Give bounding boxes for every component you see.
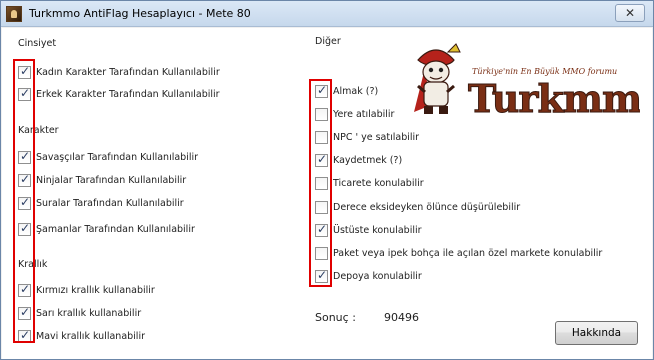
checkbox-male-box[interactable]	[18, 86, 31, 101]
checkbox-pickup[interactable]: Almak (?)	[315, 83, 379, 98]
title-bar: Turkmmo AntiFlag Hesaplayıcı - Mete 80 ✕	[1, 1, 653, 27]
app-icon	[6, 6, 22, 22]
result-value: 90496	[384, 311, 419, 324]
checkbox-private-shop-box[interactable]	[315, 246, 328, 260]
checkbox-female[interactable]: Kadın Karakter Tarafından Kullanılabilir	[18, 64, 220, 79]
logo-brand: Turkmmo	[468, 76, 640, 121]
checkbox-stackable-label: Üstüste konulabilir	[333, 224, 422, 236]
checkbox-droppable-label: Yere atılabilir	[333, 108, 395, 120]
checkbox-blue-kingdom-label: Mavi krallık kullanabilir	[36, 330, 145, 342]
logo-tagline: Türkiye'nin En Büyük MMO forumu	[472, 67, 617, 76]
checkbox-storage-label: Depoya konulabilir	[333, 270, 422, 282]
checkbox-ninja-box[interactable]	[18, 172, 31, 187]
checkbox-shaman[interactable]: Şamanlar Tarafından Kullanılabilir	[18, 221, 195, 236]
checkbox-male[interactable]: Erkek Karakter Tarafından Kullanılabilir	[18, 86, 220, 101]
checkbox-stackable-box[interactable]	[315, 222, 328, 237]
checkbox-sell-npc-label: NPC ' ye satılabilir	[333, 131, 420, 143]
window-title: Turkmmo AntiFlag Hesaplayıcı - Mete 80	[29, 7, 251, 20]
checkbox-private-shop[interactable]: Paket veya ipek bohça ile açılan özel ma…	[315, 246, 602, 260]
checkbox-warrior-label: Savaşçılar Tarafından Kullanılabilir	[36, 151, 199, 163]
checkbox-private-shop-label: Paket veya ipek bohça ile açılan özel ma…	[333, 247, 603, 259]
about-button[interactable]: Hakkında	[555, 321, 638, 345]
checkbox-shaman-label: Şamanlar Tarafından Kullanılabilir	[36, 223, 195, 235]
checkbox-sura-box[interactable]	[18, 195, 31, 210]
checkbox-drop-on-death-box[interactable]	[315, 200, 328, 214]
checkbox-sell-npc-box[interactable]	[315, 130, 328, 144]
kingdom-section-title: Krallık	[18, 259, 48, 270]
checkbox-trade[interactable]: Ticarete konulabilir	[315, 176, 424, 190]
checkbox-stackable[interactable]: Üstüste konulabilir	[315, 222, 422, 237]
checkbox-sura-label: Suralar Tarafından Kullanılabilir	[36, 197, 184, 209]
close-button[interactable]: ✕	[615, 4, 645, 22]
checkbox-sura[interactable]: Suralar Tarafından Kullanılabilir	[18, 195, 184, 210]
gender-section-title: Cinsiyet	[18, 38, 57, 49]
checkbox-save[interactable]: Kaydetmek (?)	[315, 152, 403, 167]
checkbox-trade-label: Ticarete konulabilir	[333, 177, 424, 189]
checkbox-trade-box[interactable]	[315, 176, 328, 190]
checkbox-warrior[interactable]: Savaşçılar Tarafından Kullanılabilir	[18, 149, 199, 164]
checkbox-blue-kingdom-box[interactable]	[18, 328, 31, 343]
checkbox-storage[interactable]: Depoya konulabilir	[315, 268, 422, 283]
checkbox-drop-on-death-label: Derece eksideyken ölünce düşürülebilir	[333, 201, 521, 213]
checkbox-yellow-kingdom-box[interactable]	[18, 305, 31, 320]
app-window: Turkmmo AntiFlag Hesaplayıcı - Mete 80 ✕…	[0, 0, 654, 360]
checkbox-red-kingdom-label: Kırmızı krallık kullanabilir	[36, 284, 155, 296]
checkbox-pickup-label: Almak (?)	[333, 85, 379, 97]
checkbox-ninja[interactable]: Ninjalar Tarafından Kullanılabilir	[18, 172, 187, 187]
checkbox-female-label: Kadın Karakter Tarafından Kullanılabilir	[36, 66, 220, 78]
character-section-title: Karakter	[18, 125, 59, 136]
checkbox-blue-kingdom[interactable]: Mavi krallık kullanabilir	[18, 328, 145, 343]
main-panel: Cinsiyet Kadın Karakter Tarafından Kulla…	[2, 28, 652, 359]
checkbox-shaman-box[interactable]	[18, 221, 31, 236]
checkbox-red-kingdom[interactable]: Kırmızı krallık kullanabilir	[18, 282, 155, 297]
checkbox-female-box[interactable]	[18, 64, 31, 79]
checkbox-sell-npc[interactable]: NPC ' ye satılabilir	[315, 130, 419, 144]
checkbox-save-label: Kaydetmek (?)	[333, 154, 403, 166]
checkbox-male-label: Erkek Karakter Tarafından Kullanılabilir	[36, 88, 220, 100]
checkbox-yellow-kingdom-label: Sarı krallık kullanabilir	[36, 307, 142, 319]
checkbox-warrior-box[interactable]	[18, 149, 31, 164]
checkbox-droppable[interactable]: Yere atılabilir	[315, 107, 394, 121]
checkbox-red-kingdom-box[interactable]	[18, 282, 31, 297]
checkbox-yellow-kingdom[interactable]: Sarı krallık kullanabilir	[18, 305, 142, 320]
turkmmo-logo: Türkiye'nin En Büyük MMO forumu Turkmmo	[414, 43, 640, 122]
other-section-title: Diğer	[315, 36, 341, 47]
checkbox-pickup-box[interactable]	[315, 83, 328, 98]
checkbox-save-box[interactable]	[315, 152, 328, 167]
checkbox-storage-box[interactable]	[315, 268, 328, 283]
checkbox-drop-on-death[interactable]: Derece eksideyken ölünce düşürülebilir	[315, 200, 520, 214]
mascot-icon	[414, 43, 461, 114]
result-label: Sonuç :	[315, 311, 356, 324]
checkbox-droppable-box[interactable]	[315, 107, 328, 121]
checkbox-ninja-label: Ninjalar Tarafından Kullanılabilir	[36, 174, 187, 186]
